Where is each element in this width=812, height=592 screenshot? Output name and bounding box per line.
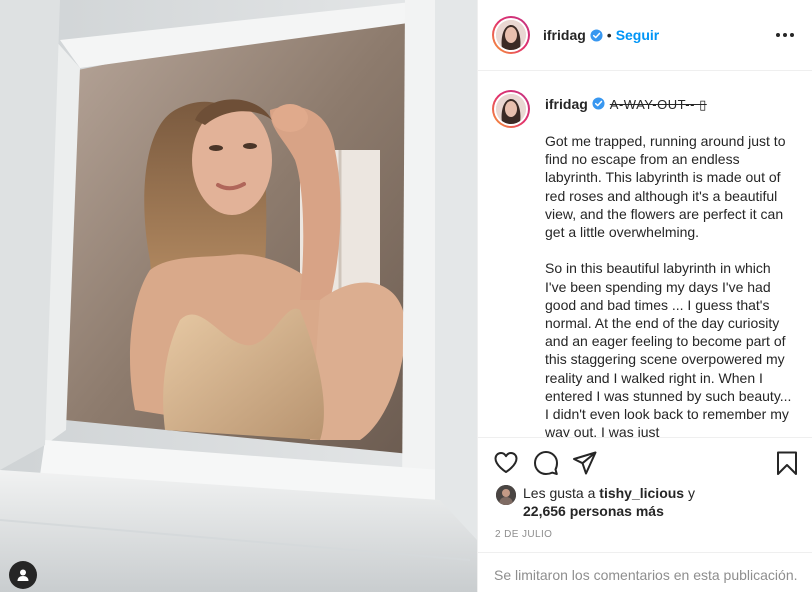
bookmark-icon[interactable]: [774, 450, 800, 476]
follow-button[interactable]: Seguir: [616, 27, 660, 43]
action-bar: [493, 450, 801, 478]
caption-username[interactable]: ifridag: [545, 96, 588, 112]
likes-text: Les gusta a tishy_licious y 22,656 person…: [523, 484, 695, 520]
caption-scroll-area[interactable]: ifridag A-WAY-OUT-- ▯ Got me trapped, run…: [478, 72, 812, 438]
more-options-icon[interactable]: [776, 28, 798, 42]
heart-icon[interactable]: [493, 450, 519, 476]
post-photo[interactable]: [0, 0, 477, 592]
comments-disabled-notice: Se limitaron los comentarios en esta pub…: [478, 552, 812, 592]
user-tag-icon[interactable]: [9, 561, 37, 589]
likes-summary: Les gusta a tishy_licious y 22,656 person…: [496, 484, 695, 520]
likes-connector: y: [684, 485, 695, 501]
caption-text: Got me trapped, running around just to f…: [545, 133, 792, 438]
separator-dot: •: [606, 27, 612, 43]
comment-icon[interactable]: [533, 450, 559, 476]
liker-avatar[interactable]: [496, 485, 516, 505]
post-side-panel: ifridag • Seguir ifridag A-WAY-OUT-- ▯ G…: [477, 0, 812, 592]
post-date[interactable]: 2 DE JULIO: [495, 529, 552, 540]
post-image: [0, 0, 477, 592]
likes-prefix: Les gusta a: [523, 485, 600, 501]
caption-title: A-WAY-OUT-- ▯: [609, 97, 707, 112]
likes-count[interactable]: 22,656 personas más: [523, 503, 664, 519]
caption-header: ifridag A-WAY-OUT-- ▯: [545, 96, 707, 113]
post-username[interactable]: ifridag: [543, 27, 586, 43]
liker-username[interactable]: tishy_licious: [599, 485, 684, 501]
share-icon[interactable]: [572, 450, 598, 476]
avatar[interactable]: [492, 16, 530, 54]
post-header: ifridag • Seguir: [478, 0, 812, 71]
caption-avatar[interactable]: [492, 90, 530, 128]
caption-verified-badge-icon: [592, 97, 605, 110]
verified-badge-icon: [590, 28, 603, 42]
